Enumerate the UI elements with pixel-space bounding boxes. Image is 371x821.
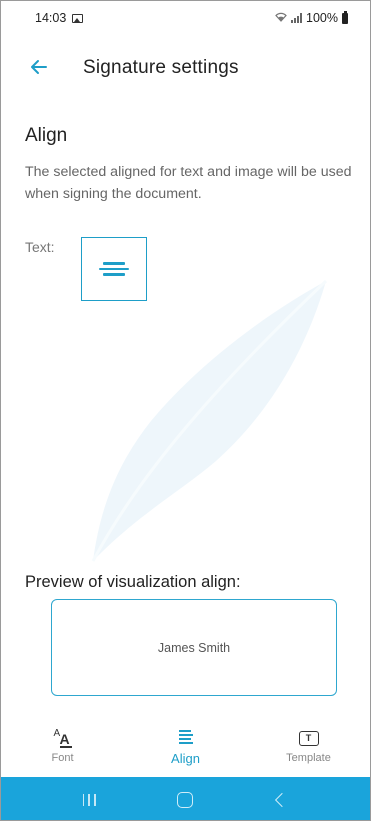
- align-center-icon: [99, 262, 129, 276]
- page-title: Signature settings: [83, 57, 239, 78]
- signature-preview-box: James Smith: [51, 599, 337, 696]
- home-button[interactable]: [165, 785, 205, 815]
- home-icon: [177, 791, 194, 808]
- signal-icon: [291, 13, 303, 23]
- arrow-left-icon: [31, 60, 47, 74]
- section-description: The selected aligned for text and image …: [25, 164, 352, 202]
- back-icon: [274, 792, 289, 807]
- bottom-navigation: AA Font Align T Template: [1, 717, 370, 777]
- align-icon: [177, 727, 195, 749]
- status-right: 100%: [275, 10, 348, 25]
- nav-label-template: Template: [286, 752, 331, 764]
- status-time: 14:03: [35, 11, 67, 25]
- status-bar: 14:03 100%: [1, 1, 370, 35]
- recents-button[interactable]: [69, 785, 109, 815]
- status-left: 14:03: [35, 11, 84, 25]
- battery-icon: [342, 10, 348, 24]
- system-navigation-bar: [1, 777, 370, 820]
- gallery-icon: [72, 13, 84, 23]
- preview-label: Preview of visualization align:: [25, 573, 241, 591]
- recents-icon: [82, 793, 96, 806]
- nav-item-font[interactable]: AA Font: [1, 717, 124, 777]
- phone-screen: 14:03 100% Signature settings Align The …: [0, 0, 371, 821]
- battery-percent: 100%: [306, 11, 338, 25]
- font-icon: AA: [53, 728, 72, 748]
- section-title-align: Align: [25, 125, 68, 146]
- app-bar: Signature settings: [1, 49, 370, 89]
- system-back-button[interactable]: [262, 785, 302, 815]
- nav-label-align: Align: [171, 751, 200, 766]
- nav-item-template[interactable]: T Template: [247, 717, 370, 777]
- text-align-selector[interactable]: [81, 237, 147, 301]
- back-button[interactable]: [27, 55, 51, 79]
- preview-signer-name: James Smith: [157, 640, 231, 655]
- nav-label-font: Font: [51, 752, 74, 764]
- wifi-icon: [275, 12, 287, 25]
- nav-item-align[interactable]: Align: [124, 717, 247, 777]
- feather-watermark: [91, 279, 328, 562]
- template-icon: T: [298, 727, 319, 749]
- text-align-label: Text:: [25, 239, 55, 255]
